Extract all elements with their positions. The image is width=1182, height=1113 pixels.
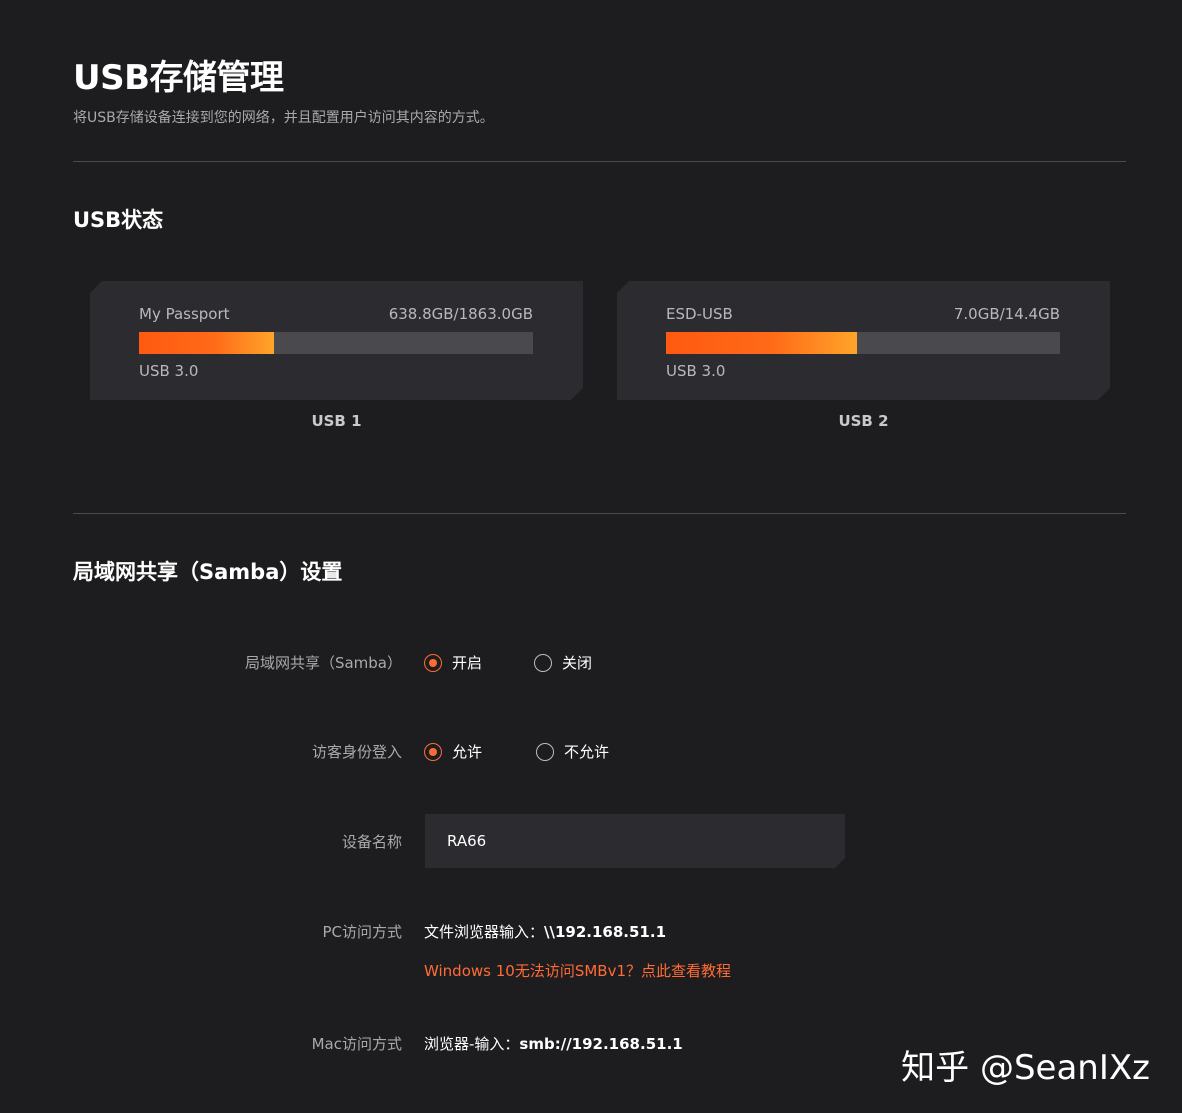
mac-access-label: Mac访问方式 xyxy=(311,1035,402,1053)
mac-access-value: 浏览器-输入：smb://192.168.51.1 xyxy=(424,1033,683,1054)
radio-indicator xyxy=(534,653,552,672)
usb-card-1: My Passport 638.8GB/1863.0GB USB 3.0 xyxy=(90,281,583,400)
usb-version: USB 3.0 xyxy=(666,362,726,380)
usb-usage-fill xyxy=(666,332,857,354)
guest-allow-radio[interactable]: 允许 xyxy=(424,741,482,762)
usb-port-label: USB 1 xyxy=(311,412,362,430)
usb-capacity: 638.8GB/1863.0GB xyxy=(388,305,533,323)
radio-label: 允许 xyxy=(452,743,483,761)
usb-usage-fill xyxy=(139,332,274,354)
usb-usage-bar xyxy=(666,332,1060,354)
guest-login-label: 访客身份登入 xyxy=(311,743,402,761)
usb-version: USB 3.0 xyxy=(139,362,199,380)
radio-label: 关闭 xyxy=(562,654,593,672)
radio-indicator xyxy=(424,742,442,761)
samba-settings-title: 局域网共享（Samba）设置 xyxy=(73,560,343,584)
mac-access-address: smb://192.168.51.1 xyxy=(519,1035,683,1053)
pc-access-label: PC访问方式 xyxy=(322,923,402,941)
radio-label: 不允许 xyxy=(564,743,610,761)
pc-access-prefix: 文件浏览器输入： xyxy=(424,923,545,941)
pc-access-value: 文件浏览器输入：\\192.168.51.1 xyxy=(424,921,666,942)
page-subtitle: 将USB存储设备连接到您的网络，并且配置用户访问其内容的方式。 xyxy=(73,110,494,126)
usb-capacity: 7.0GB/14.4GB xyxy=(953,305,1060,323)
samba-disable-radio[interactable]: 关闭 xyxy=(534,652,592,673)
radio-label: 开启 xyxy=(452,654,483,672)
usb-status-title: USB状态 xyxy=(73,208,164,232)
usb-storage-page: USB存储管理 将USB存储设备连接到您的网络，并且配置用户访问其内容的方式。 … xyxy=(0,0,1182,1113)
samba-enable-radio[interactable]: 开启 xyxy=(424,652,482,673)
device-name-label: 设备名称 xyxy=(341,833,402,851)
usb-usage-bar xyxy=(139,332,533,354)
page-title: USB存储管理 xyxy=(73,58,284,98)
usb-port-label: USB 2 xyxy=(838,412,889,430)
divider xyxy=(73,161,1126,162)
guest-deny-radio[interactable]: 不允许 xyxy=(536,741,609,762)
samba-sharing-label: 局域网共享（Samba） xyxy=(244,654,402,672)
radio-indicator xyxy=(424,653,442,672)
usb-card-2: ESD-USB 7.0GB/14.4GB USB 3.0 xyxy=(617,281,1110,400)
pc-access-address: \\192.168.51.1 xyxy=(544,923,667,941)
divider xyxy=(73,513,1126,514)
usb-device-name: My Passport xyxy=(139,305,230,323)
mac-access-prefix: 浏览器-输入： xyxy=(424,1035,520,1053)
watermark: 知乎 @SeanIXz xyxy=(901,1048,1150,1088)
device-name-input[interactable] xyxy=(425,814,845,868)
smb-help-link[interactable]: Windows 10无法访问SMBv1？点此查看教程 xyxy=(424,960,731,981)
usb-device-name: ESD-USB xyxy=(666,305,733,323)
radio-indicator xyxy=(536,742,554,761)
